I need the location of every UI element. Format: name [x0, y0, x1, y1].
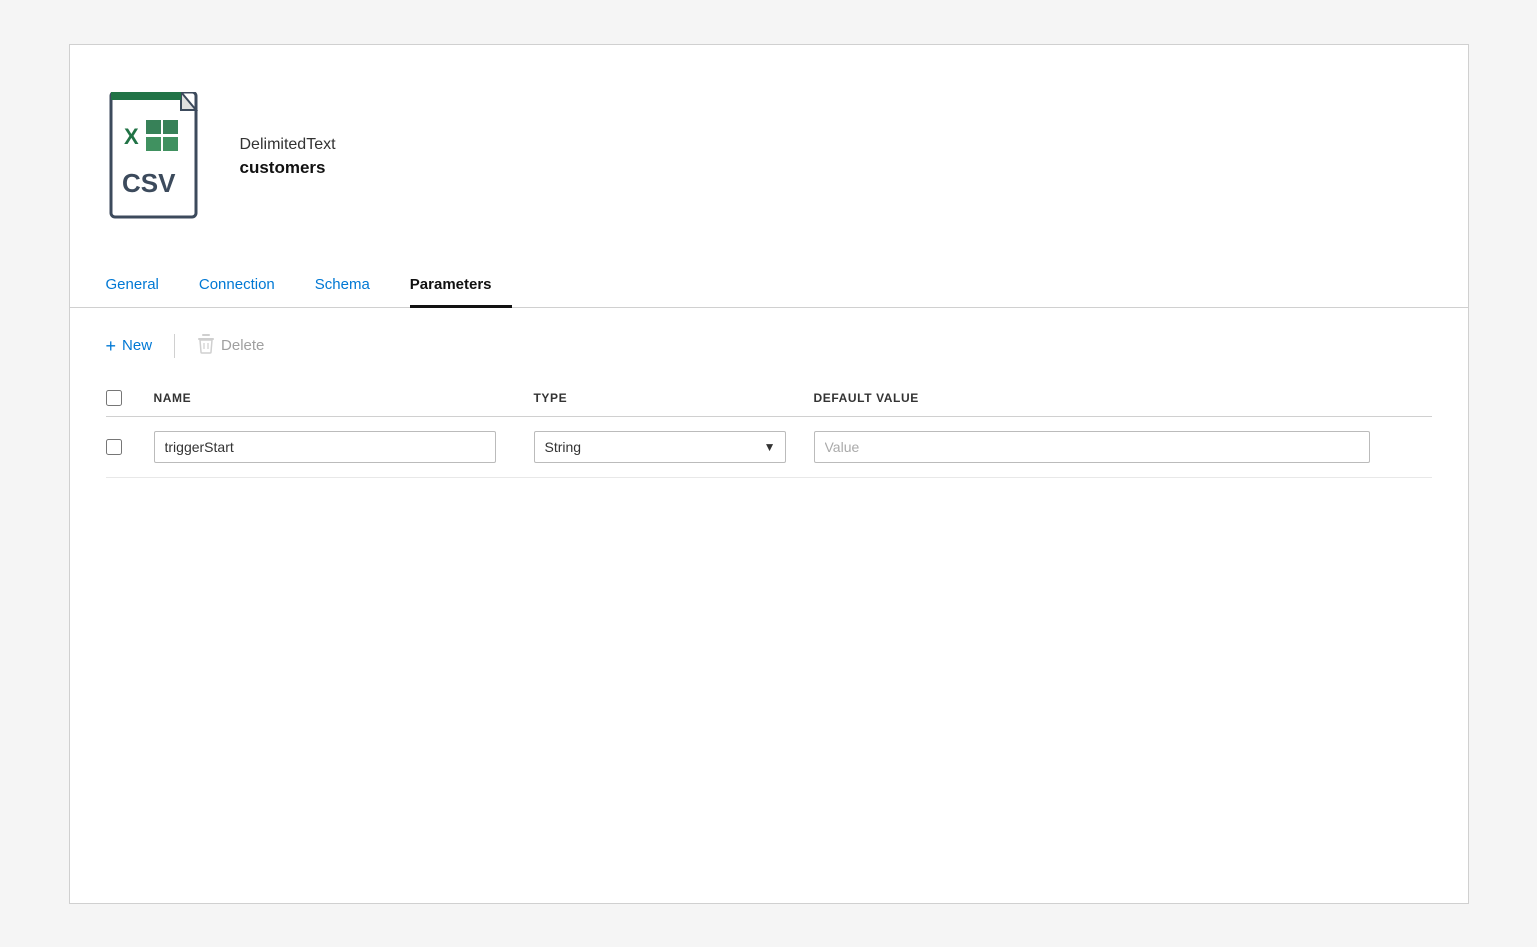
svg-text:X: X — [124, 124, 139, 149]
col-header-name: NAME — [154, 391, 534, 405]
delete-button[interactable]: Delete — [189, 330, 272, 362]
default-value-input[interactable] — [814, 431, 1370, 463]
row-checkbox-cell — [106, 439, 154, 455]
trash-icon — [197, 334, 215, 358]
default-value-cell — [814, 431, 1432, 463]
table-header-row: NAME TYPE DEFAULT VALUE — [106, 380, 1432, 417]
name-input[interactable] — [154, 431, 496, 463]
tab-schema[interactable]: Schema — [315, 266, 390, 308]
dataset-type: DelimitedText — [240, 136, 336, 154]
col-header-type: TYPE — [534, 391, 814, 405]
svg-text:CSV: CSV — [122, 168, 176, 198]
tab-connection[interactable]: Connection — [199, 266, 295, 308]
toolbar: + New Delete — [70, 308, 1468, 380]
main-panel: X CSV DelimitedText customers General Co… — [69, 44, 1469, 904]
header-checkbox-cell — [106, 390, 154, 406]
tabs-bar: General Connection Schema Parameters — [70, 265, 1468, 308]
new-button[interactable]: + New — [106, 333, 161, 359]
toolbar-divider — [174, 334, 175, 358]
col-header-default: DEFAULT VALUE — [814, 391, 1432, 405]
tab-general[interactable]: General — [106, 266, 179, 308]
parameters-table: NAME TYPE DEFAULT VALUE String Int Float… — [70, 380, 1468, 478]
type-select[interactable]: String Int Float Bool Array Object Secur… — [534, 431, 786, 463]
dataset-info: DelimitedText customers — [240, 136, 336, 178]
new-button-label: New — [122, 337, 152, 354]
row-select-checkbox[interactable] — [106, 439, 122, 455]
dataset-name: customers — [240, 158, 336, 178]
select-all-checkbox[interactable] — [106, 390, 122, 406]
tab-parameters[interactable]: Parameters — [410, 266, 512, 308]
csv-icon: X CSV — [106, 92, 216, 222]
delete-button-label: Delete — [221, 337, 264, 354]
name-cell — [154, 431, 534, 463]
plus-icon: + — [106, 337, 117, 355]
table-row: String Int Float Bool Array Object Secur… — [106, 417, 1432, 478]
type-select-wrapper: String Int Float Bool Array Object Secur… — [534, 431, 786, 463]
type-cell: String Int Float Bool Array Object Secur… — [534, 431, 814, 463]
header-section: X CSV DelimitedText customers — [70, 45, 1468, 265]
